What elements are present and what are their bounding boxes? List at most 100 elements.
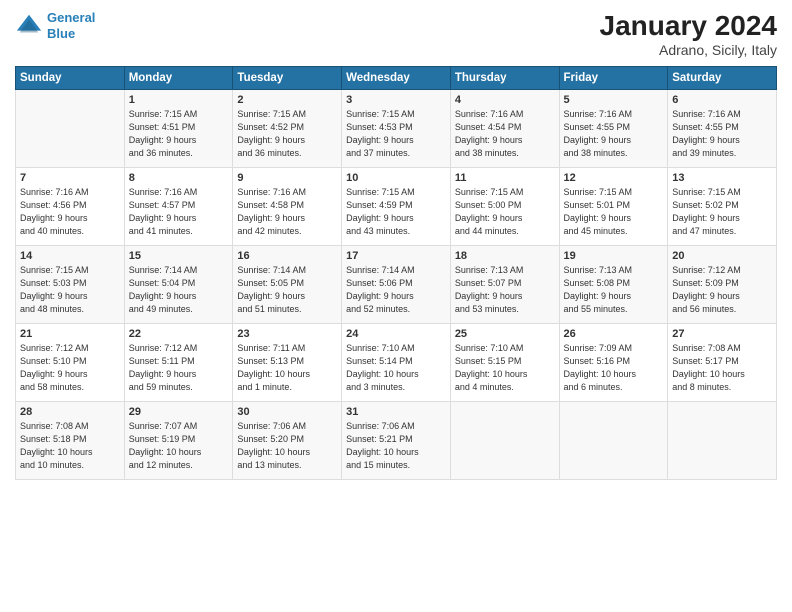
day-cell: 13 Sunrise: 7:15 AMSunset: 5:02 PMDayligh… [668,168,777,246]
day-info: Sunrise: 7:14 AMSunset: 5:05 PMDaylight:… [237,264,337,316]
day-number: 18 [455,250,555,262]
header: General Blue January 2024 Adrano, Sicily… [15,10,777,58]
day-cell: 6Sunrise: 7:16 AMSunset: 4:55 PMDaylight… [668,90,777,168]
day-info: Sunrise: 7:16 AMSunset: 4:57 PMDaylight:… [129,186,229,238]
day-number: 11 [455,172,555,184]
day-info: Sunrise: 7:14 AMSunset: 5:06 PMDaylight:… [346,264,446,316]
day-number: 23 [237,328,337,340]
day-info: Sunrise: 7:14 AMSunset: 5:04 PMDaylight:… [129,264,229,316]
title-block: January 2024 Adrano, Sicily, Italy [600,10,777,58]
day-cell: 5 Sunrise: 7:16 AMSunset: 4:55 PMDaylight… [559,90,668,168]
col-tuesday: Tuesday [233,67,342,90]
day-info: Sunrise: 7:10 AMSunset: 5:15 PMDaylight:… [455,342,555,394]
day-cell: 27 Sunrise: 7:08 AMSunset: 5:17 PMDayligh… [668,324,777,402]
day-info: Sunrise: 7:16 AMSunset: 4:54 PMDaylight:… [455,108,555,160]
day-number: 30 [237,406,337,418]
location-subtitle: Adrano, Sicily, Italy [600,42,777,58]
day-cell: 12 Sunrise: 7:15 AMSunset: 5:01 PMDayligh… [559,168,668,246]
day-number: 9 [237,172,337,184]
day-number: 3 [346,94,446,106]
week-row-1: 1 Sunrise: 7:15 AMSunset: 4:51 PMDaylight… [16,90,777,168]
day-number: 26 [564,328,664,340]
logo-icon [15,12,43,40]
day-number: 12 [564,172,664,184]
day-info: Sunrise: 7:12 AMSunset: 5:10 PMDaylight:… [20,342,120,394]
day-cell: 11 Sunrise: 7:15 AMSunset: 5:00 PMDayligh… [450,168,559,246]
day-cell: 21 Sunrise: 7:12 AMSunset: 5:10 PMDayligh… [16,324,125,402]
day-number: 31 [346,406,446,418]
day-cell: 3 Sunrise: 7:15 AMSunset: 4:53 PMDaylight… [342,90,451,168]
week-row-5: 28 Sunrise: 7:08 AMSunset: 5:18 PMDayligh… [16,402,777,480]
day-info: Sunrise: 7:15 AMSunset: 4:59 PMDaylight:… [346,186,446,238]
day-cell: 25 Sunrise: 7:10 AMSunset: 5:15 PMDayligh… [450,324,559,402]
day-cell: 26 Sunrise: 7:09 AMSunset: 5:16 PMDayligh… [559,324,668,402]
day-cell: 28 Sunrise: 7:08 AMSunset: 5:18 PMDayligh… [16,402,125,480]
day-cell: 24 Sunrise: 7:10 AMSunset: 5:14 PMDayligh… [342,324,451,402]
day-number: 14 [20,250,120,262]
day-cell: 18 Sunrise: 7:13 AMSunset: 5:07 PMDayligh… [450,246,559,324]
col-friday: Friday [559,67,668,90]
day-info: Sunrise: 7:15 AMSunset: 5:00 PMDaylight:… [455,186,555,238]
day-number: 19 [564,250,664,262]
day-cell: 23 Sunrise: 7:11 AMSunset: 5:13 PMDayligh… [233,324,342,402]
day-number: 10 [346,172,446,184]
day-cell: 31Sunrise: 7:06 AMSunset: 5:21 PMDayligh… [342,402,451,480]
day-number: 27 [672,328,772,340]
day-info: Sunrise: 7:16 AMSunset: 4:56 PMDaylight:… [20,186,120,238]
page-container: General Blue January 2024 Adrano, Sicily… [0,0,792,490]
day-number: 15 [129,250,229,262]
day-info: Sunrise: 7:11 AMSunset: 5:13 PMDaylight:… [237,342,337,394]
day-number: 1 [129,94,229,106]
day-number: 7 [20,172,120,184]
week-row-4: 21 Sunrise: 7:12 AMSunset: 5:10 PMDayligh… [16,324,777,402]
day-number: 24 [346,328,446,340]
col-sunday: Sunday [16,67,125,90]
day-info: Sunrise: 7:16 AMSunset: 4:58 PMDaylight:… [237,186,337,238]
day-number: 2 [237,94,337,106]
day-number: 21 [20,328,120,340]
day-cell: 2 Sunrise: 7:15 AMSunset: 4:52 PMDaylight… [233,90,342,168]
day-number: 25 [455,328,555,340]
day-number: 13 [672,172,772,184]
day-info: Sunrise: 7:16 AMSunset: 4:55 PMDaylight:… [564,108,664,160]
day-info: Sunrise: 7:13 AMSunset: 5:07 PMDaylight:… [455,264,555,316]
day-info: Sunrise: 7:15 AMSunset: 4:52 PMDaylight:… [237,108,337,160]
day-info: Sunrise: 7:15 AMSunset: 4:53 PMDaylight:… [346,108,446,160]
week-row-3: 14 Sunrise: 7:15 AMSunset: 5:03 PMDayligh… [16,246,777,324]
calendar-body: 1 Sunrise: 7:15 AMSunset: 4:51 PMDaylight… [16,90,777,480]
day-info: Sunrise: 7:09 AMSunset: 5:16 PMDaylight:… [564,342,664,394]
day-cell [450,402,559,480]
header-row: Sunday Monday Tuesday Wednesday Thursday… [16,67,777,90]
day-cell: 30 Sunrise: 7:06 AMSunset: 5:20 PMDayligh… [233,402,342,480]
day-info: Sunrise: 7:12 AMSunset: 5:11 PMDaylight:… [129,342,229,394]
day-number: 4 [455,94,555,106]
day-number: 20 [672,250,772,262]
day-cell: 19Sunrise: 7:13 AMSunset: 5:08 PMDayligh… [559,246,668,324]
day-number: 29 [129,406,229,418]
day-cell: 16 Sunrise: 7:14 AMSunset: 5:05 PMDayligh… [233,246,342,324]
logo: General Blue [15,10,95,41]
day-number: 16 [237,250,337,262]
day-info: Sunrise: 7:15 AMSunset: 4:51 PMDaylight:… [129,108,229,160]
day-number: 28 [20,406,120,418]
day-cell [668,402,777,480]
day-info: Sunrise: 7:15 AMSunset: 5:01 PMDaylight:… [564,186,664,238]
day-info: Sunrise: 7:08 AMSunset: 5:18 PMDaylight:… [20,420,120,472]
day-number: 5 [564,94,664,106]
day-info: Sunrise: 7:10 AMSunset: 5:14 PMDaylight:… [346,342,446,394]
logo-line2: Blue [47,26,75,41]
day-cell: 1 Sunrise: 7:15 AMSunset: 4:51 PMDaylight… [124,90,233,168]
day-number: 6 [672,94,772,106]
calendar-table: Sunday Monday Tuesday Wednesday Thursday… [15,66,777,480]
day-info: Sunrise: 7:15 AMSunset: 5:03 PMDaylight:… [20,264,120,316]
day-cell: 9 Sunrise: 7:16 AMSunset: 4:58 PMDaylight… [233,168,342,246]
day-cell: 15 Sunrise: 7:14 AMSunset: 5:04 PMDayligh… [124,246,233,324]
day-info: Sunrise: 7:12 AMSunset: 5:09 PMDaylight:… [672,264,772,316]
day-info: Sunrise: 7:15 AMSunset: 5:02 PMDaylight:… [672,186,772,238]
day-cell: 8Sunrise: 7:16 AMSunset: 4:57 PMDaylight… [124,168,233,246]
day-info: Sunrise: 7:08 AMSunset: 5:17 PMDaylight:… [672,342,772,394]
day-cell [559,402,668,480]
day-info: Sunrise: 7:07 AMSunset: 5:19 PMDaylight:… [129,420,229,472]
day-info: Sunrise: 7:06 AMSunset: 5:20 PMDaylight:… [237,420,337,472]
month-title: January 2024 [600,10,777,42]
